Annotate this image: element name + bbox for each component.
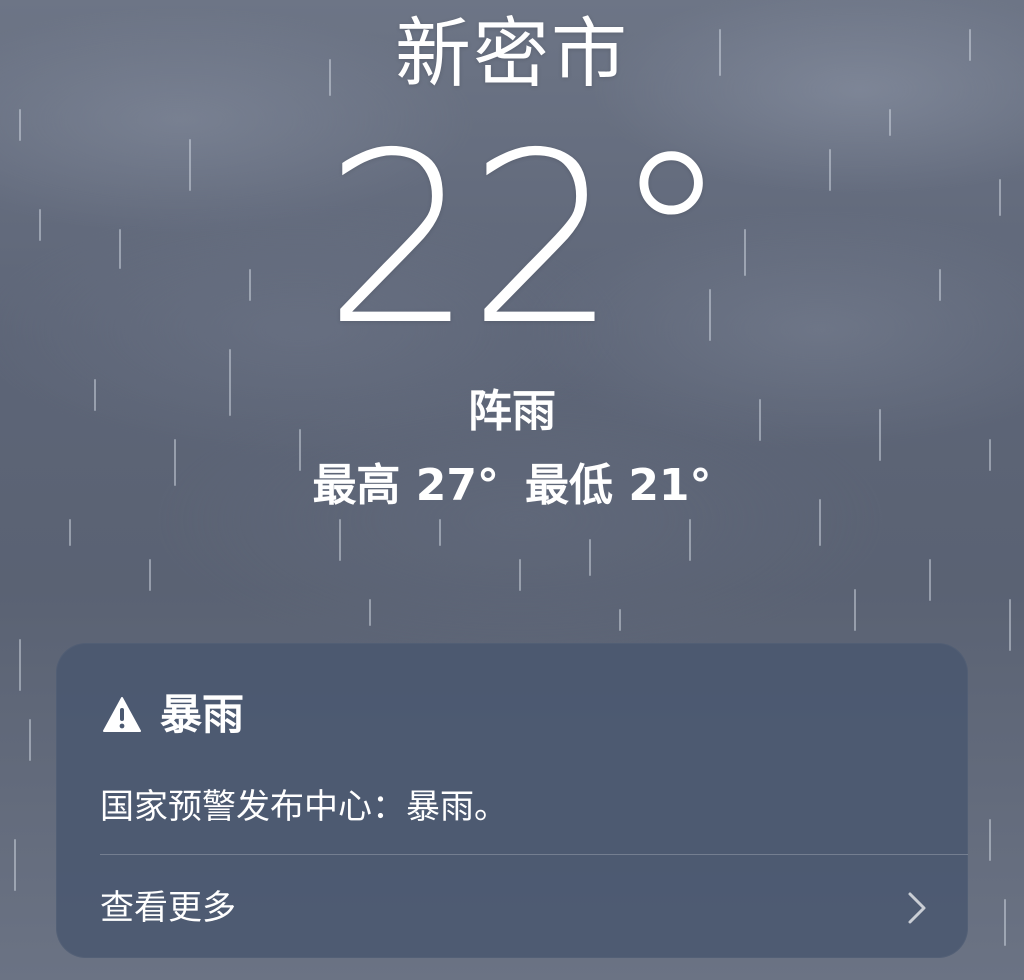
city-name: 新密市 <box>395 9 629 98</box>
see-more-button[interactable]: 查看更多 <box>100 879 928 937</box>
chevron-right-icon <box>908 892 926 924</box>
weather-condition: 阵雨 <box>468 386 556 437</box>
severe-weather-alert-card[interactable]: 暴雨 国家预警发布中心：暴雨。 查看更多 <box>56 643 968 958</box>
see-more-label: 查看更多 <box>100 888 236 928</box>
high-low-temperature: 最高 27° 最低 21° <box>0 456 1024 516</box>
alert-title: 暴雨 <box>160 690 245 739</box>
high-temperature: 最高 27° <box>312 460 499 511</box>
low-temperature: 最低 21° <box>525 460 712 511</box>
alert-header: 暴雨 <box>102 687 244 743</box>
current-temperature: 22° <box>323 102 730 377</box>
alert-message: 国家预警发布中心：暴雨。 <box>100 787 508 827</box>
warning-triangle-icon <box>103 697 141 732</box>
divider <box>100 854 968 855</box>
